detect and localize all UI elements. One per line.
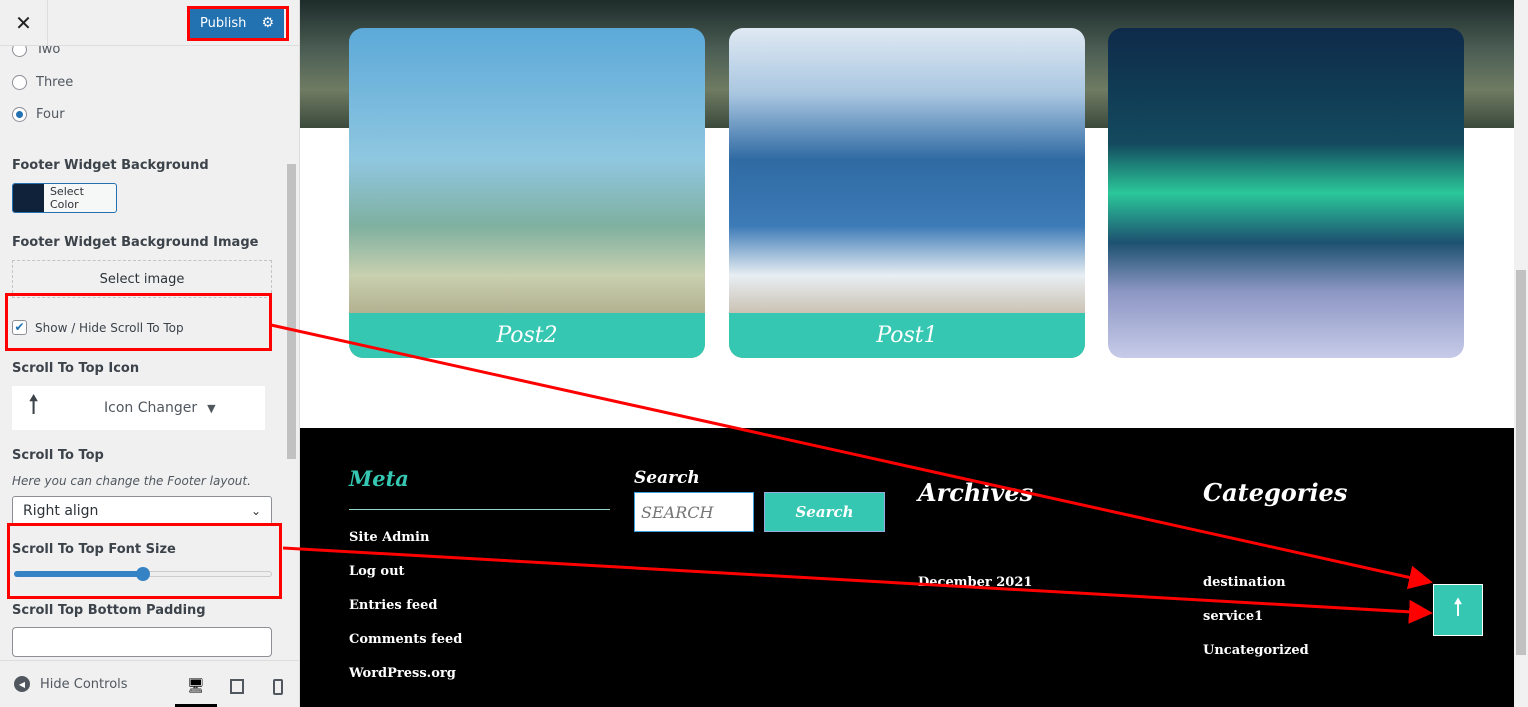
footer-bg-label: Footer Widget Background [12, 158, 209, 173]
radio-label: Three [36, 75, 74, 90]
arrow-up-icon: 🠕 [1452, 592, 1464, 621]
chevron-down-icon: ▼ [207, 401, 216, 415]
meta-link[interactable]: Site Admin [349, 530, 429, 545]
scroll-to-top-description: Here you can change the Footer layout. [12, 474, 251, 488]
tablet-icon[interactable] [230, 679, 244, 694]
scroll-icon-label: Scroll To Top Icon [12, 361, 140, 376]
mobile-icon[interactable] [273, 679, 283, 695]
radio-two[interactable]: Two [12, 46, 60, 57]
color-swatch [13, 184, 44, 212]
meta-link[interactable]: Log out [349, 564, 405, 579]
category-link[interactable]: Uncategorized [1203, 643, 1309, 658]
divider [349, 509, 610, 510]
select-color-button[interactable]: Select Color [12, 183, 117, 213]
align-value: Right align [23, 502, 99, 519]
highlight-box [7, 523, 282, 599]
radio-four[interactable]: Four [12, 107, 65, 122]
preview-scrollbar[interactable] [1514, 0, 1528, 707]
search-widget-title: Search [634, 468, 700, 488]
radio-label: Four [36, 107, 65, 122]
icon-changer-label: Icon Changer [104, 400, 198, 416]
scroll-to-top-button[interactable]: 🠕 [1433, 584, 1483, 636]
post-card[interactable] [1108, 28, 1464, 358]
chevron-down-icon: ⌄ [250, 503, 261, 518]
padding-input[interactable] [12, 627, 272, 657]
align-select[interactable]: Right align ⌄ [12, 496, 272, 525]
site-footer: Meta Site Admin Log out Entries feed Com… [300, 428, 1514, 707]
site-preview: Post2 Post1 Meta Site Admin Log out Entr… [300, 0, 1514, 707]
radio-three[interactable]: Three [12, 75, 73, 90]
customizer-footer: ◀ Hide Controls 🖥 [0, 660, 300, 707]
footer-bg-image-label: Footer Widget Background Image [12, 235, 259, 250]
meta-widget-title: Meta [349, 466, 409, 491]
highlight-box [187, 6, 289, 41]
post-card[interactable]: Post1 [729, 28, 1085, 358]
search-input[interactable] [634, 492, 754, 532]
post-title[interactable]: Post2 [349, 313, 705, 358]
icon-changer-dropdown[interactable]: 🠕 Icon Changer ▼ [12, 386, 265, 430]
meta-link[interactable]: Comments feed [349, 632, 462, 647]
category-link[interactable]: service1 [1203, 609, 1263, 624]
category-link[interactable]: destination [1203, 575, 1286, 590]
meta-link[interactable]: Entries feed [349, 598, 438, 613]
close-icon[interactable]: ✕ [0, 0, 48, 46]
post-title[interactable]: Post1 [729, 313, 1085, 358]
search-button[interactable]: Search [764, 492, 885, 532]
radio-label: Two [36, 46, 61, 57]
select-color-label: Select Color [49, 185, 84, 211]
meta-link[interactable]: WordPress.org [349, 666, 456, 681]
customizer-sidebar: ✕ Publish ⚙ Two Three Four Footer Widget … [0, 0, 300, 707]
hide-controls-button[interactable]: ◀ Hide Controls [14, 676, 128, 692]
sidebar-scrollbar[interactable] [287, 164, 296, 459]
arrow-up-icon: 🠕 [28, 390, 40, 420]
desktop-icon[interactable]: 🖥 [187, 678, 205, 694]
padding-label: Scroll Top Bottom Padding [12, 603, 206, 618]
collapse-icon: ◀ [14, 676, 30, 692]
post-card[interactable]: Post2 [349, 28, 705, 358]
archives-widget-title: Archives [918, 478, 1034, 507]
categories-widget-title: Categories [1203, 478, 1348, 507]
scrollbar-thumb[interactable] [1516, 270, 1526, 655]
archive-link[interactable]: December 2021 [918, 575, 1032, 590]
hide-controls-label: Hide Controls [40, 676, 128, 692]
scroll-to-top-label: Scroll To Top [12, 448, 104, 463]
highlight-box [5, 293, 272, 351]
